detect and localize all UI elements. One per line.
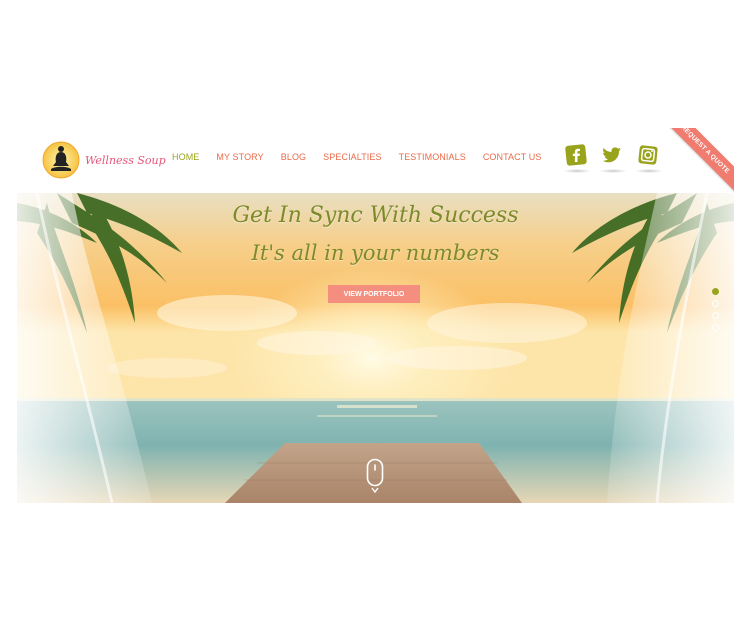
social-links: [563, 144, 673, 173]
site-header: Wellness Soup HOME MY STORY BLOG SPECIAL…: [17, 128, 734, 193]
slider-pagination: [712, 288, 719, 336]
meditation-logo-icon: [42, 141, 80, 179]
slider-dot-4[interactable]: [712, 324, 719, 331]
instagram-button[interactable]: [635, 144, 663, 173]
twitter-icon: [602, 147, 621, 163]
logo[interactable]: Wellness Soup: [41, 140, 166, 184]
main-nav: HOME MY STORY BLOG SPECIALTIES TESTIMONI…: [172, 152, 559, 162]
slider-dot-1[interactable]: [712, 288, 719, 295]
facebook-icon: [565, 144, 587, 166]
instagram-icon: [638, 145, 658, 165]
beach-sunset-background: [17, 193, 734, 503]
nav-specialties[interactable]: SPECIALTIES: [323, 152, 381, 162]
slider-dot-3[interactable]: [712, 312, 719, 319]
view-portfolio-button[interactable]: VIEW PORTFOLIO: [328, 285, 420, 303]
facebook-button[interactable]: [563, 144, 591, 173]
brand-name: Wellness Soup: [85, 154, 166, 167]
nav-my-story[interactable]: MY STORY: [216, 152, 263, 162]
hero-subtitle: It's all in your numbers: [251, 241, 500, 265]
twitter-button[interactable]: [599, 144, 627, 173]
nav-home[interactable]: HOME: [172, 152, 199, 162]
website-frame: Wellness Soup HOME MY STORY BLOG SPECIAL…: [17, 128, 734, 503]
nav-blog[interactable]: BLOG: [281, 152, 306, 162]
hero-title: Get In Sync With Success: [232, 203, 519, 228]
hero-slider: Get In Sync With Success It's all in you…: [17, 193, 734, 503]
nav-contact-us[interactable]: CONTACT US: [483, 152, 542, 162]
nav-testimonials[interactable]: TESTIMONIALS: [399, 152, 466, 162]
slider-dot-2[interactable]: [712, 300, 719, 307]
scroll-down-mouse-icon[interactable]: [366, 458, 384, 494]
